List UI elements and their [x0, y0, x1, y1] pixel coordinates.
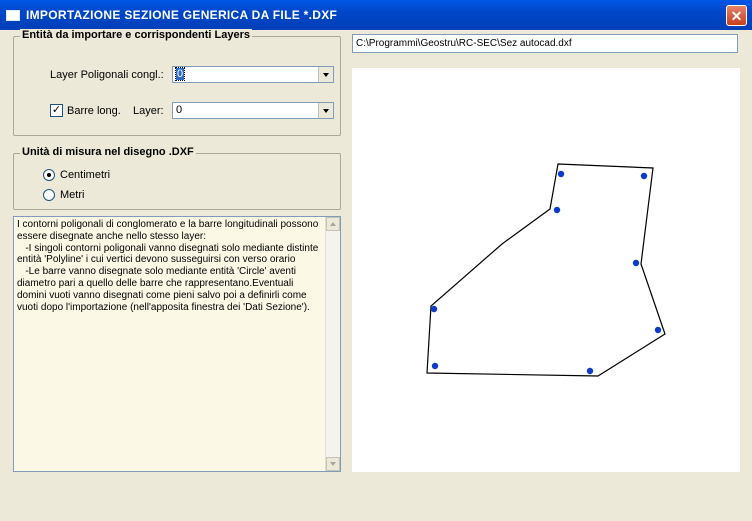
bar-dot: [640, 172, 648, 180]
bar-dot: [557, 170, 565, 178]
scroll-down-icon[interactable]: [326, 457, 340, 471]
info-text: I contorni poligonali di conglomerato e …: [17, 219, 319, 313]
file-path-field[interactable]: C:\Programmi\Geostru\RC-SEC\Sez autocad.…: [352, 34, 738, 53]
bar-dot: [431, 362, 439, 370]
chevron-down-icon[interactable]: [318, 103, 333, 118]
info-textbox[interactable]: I contorni poligonali di conglomerato e …: [13, 216, 341, 472]
layer-polygons-label: Layer Poligonali congl.:: [50, 69, 164, 81]
bar-dot: [553, 206, 561, 214]
bars-checkbox[interactable]: ✓: [50, 104, 63, 117]
close-icon: ✕: [730, 7, 743, 24]
bars-checkbox-label: Barre long.: [67, 105, 121, 117]
bar-dot: [586, 367, 594, 375]
layer-polygons-value: 0: [174, 67, 186, 81]
bars-layer-value: 0: [176, 104, 183, 116]
window-icon: [6, 9, 20, 21]
bars-layer-select[interactable]: 0: [172, 102, 334, 119]
bar-dot: [430, 305, 438, 313]
section-drawing: [426, 163, 666, 377]
units-group: Unità di misura nel disegno .DXF Centime…: [13, 146, 341, 210]
radio-metri[interactable]: [43, 189, 55, 201]
file-path-value: C:\Programmi\Geostru\RC-SEC\Sez autocad.…: [356, 38, 572, 49]
section-outline: [426, 163, 666, 377]
info-scrollbar[interactable]: [325, 217, 340, 471]
bar-dot: [654, 326, 662, 334]
radio-metri-label: Metri: [60, 189, 85, 201]
entities-group: Entità da importare e corrispondenti Lay…: [13, 29, 341, 136]
radio-centimetri[interactable]: [43, 169, 55, 181]
window-title: IMPORTAZIONE SEZIONE GENERICA DA FILE *.…: [26, 8, 338, 22]
entities-group-legend: Entità da importare e corrispondenti Lay…: [20, 29, 253, 41]
chevron-down-icon[interactable]: [318, 67, 333, 82]
radio-centimetri-label: Centimetri: [60, 169, 111, 181]
bars-layer-label: Layer:: [133, 105, 164, 117]
drawing-preview: [352, 68, 740, 472]
bar-dot: [632, 259, 640, 267]
units-group-legend: Unità di misura nel disegno .DXF: [20, 146, 196, 158]
scroll-up-icon[interactable]: [326, 217, 340, 231]
close-button[interactable]: ✕: [726, 5, 747, 26]
layer-polygons-select[interactable]: 0: [172, 66, 334, 83]
title-bar: IMPORTAZIONE SEZIONE GENERICA DA FILE *.…: [0, 0, 752, 30]
